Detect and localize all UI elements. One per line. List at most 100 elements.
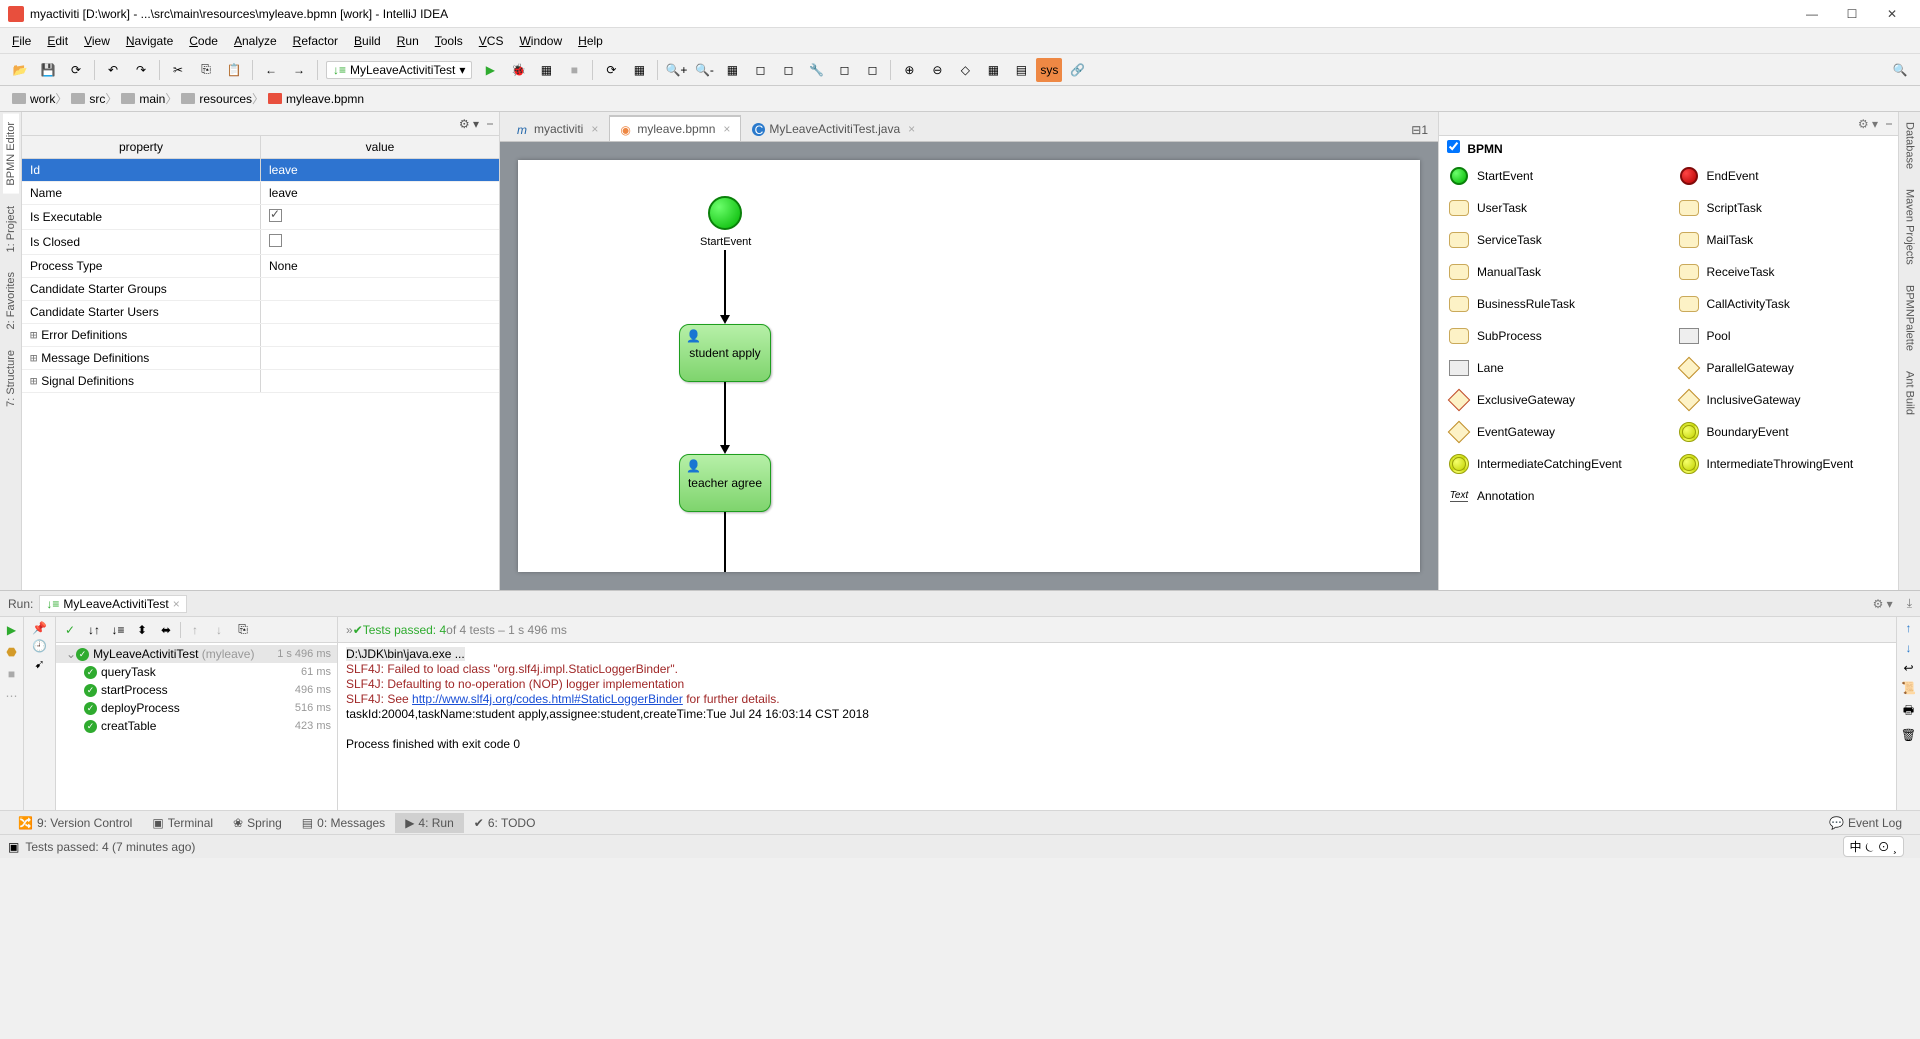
sequence-flow-3[interactable]: [724, 512, 726, 572]
prop-row[interactable]: ⊞Message Definitions: [22, 347, 499, 370]
tab-overflow[interactable]: ⊟1: [1401, 119, 1438, 141]
palette-item-servicetask[interactable]: ServiceTask: [1439, 224, 1669, 256]
left-tab-7--structure[interactable]: 7: Structure: [3, 342, 19, 415]
menu-edit[interactable]: Edit: [39, 31, 76, 51]
redo-icon[interactable]: ↷: [128, 58, 154, 82]
palette-item-callactivitytask[interactable]: CallActivityTask: [1669, 288, 1899, 320]
bottom-tab-4--run[interactable]: ▶4: Run: [395, 813, 464, 833]
down-icon[interactable]: ↓: [209, 620, 229, 640]
prop-row[interactable]: Process TypeNone: [22, 255, 499, 278]
forward-icon[interactable]: →: [286, 58, 312, 82]
up-icon[interactable]: ↑: [185, 620, 205, 640]
struct-icon[interactable]: ▦: [626, 58, 652, 82]
editor-tab[interactable]: mmyactiviti×: [506, 116, 609, 141]
user-task-teacher-agree[interactable]: 👤 teacher agree: [679, 454, 771, 512]
menu-file[interactable]: File: [4, 31, 39, 51]
run-icon[interactable]: ▶: [477, 58, 503, 82]
menu-code[interactable]: Code: [181, 31, 226, 51]
right-tab-bpmnpalette[interactable]: BPMNPalette: [1902, 277, 1918, 359]
prop-row[interactable]: Candidate Starter Users: [22, 301, 499, 324]
up-arrow-icon[interactable]: ↑: [1906, 621, 1912, 635]
menu-view[interactable]: View: [76, 31, 118, 51]
sort2-icon[interactable]: ↓≡: [108, 620, 128, 640]
editor-tab[interactable]: CMyLeaveActivitiTest.java×: [741, 116, 926, 141]
scroll-icon[interactable]: 📜: [1901, 681, 1916, 695]
palette-item-parallelgateway[interactable]: ParallelGateway: [1669, 352, 1899, 384]
t3-icon[interactable]: ▦: [719, 58, 745, 82]
zoom-in-icon[interactable]: 🔍+: [663, 58, 689, 82]
palette-item-manualtask[interactable]: ManualTask: [1439, 256, 1669, 288]
menu-analyze[interactable]: Analyze: [226, 31, 285, 51]
run-config-tab[interactable]: ↓≡ MyLeaveActivitiTest ×: [39, 595, 186, 613]
right-tab-ant-build[interactable]: Ant Build: [1902, 363, 1918, 423]
paste-icon[interactable]: 📋: [221, 58, 247, 82]
bottom-tab-0--messages[interactable]: ▤0: Messages: [292, 813, 395, 833]
menu-vcs[interactable]: VCS: [471, 31, 512, 51]
hide-icon[interactable]: ⎯: [1886, 116, 1892, 131]
t12-icon[interactable]: ▦: [980, 58, 1006, 82]
palette-item-pool[interactable]: Pool: [1669, 320, 1899, 352]
prop-row[interactable]: Candidate Starter Groups: [22, 278, 499, 301]
run-config-dropdown[interactable]: ↓≡ MyLeaveActivitiTest ▾: [326, 61, 472, 79]
history-icon[interactable]: 🕘: [32, 639, 47, 653]
t13-icon[interactable]: ▤: [1008, 58, 1034, 82]
bottom-tab-terminal[interactable]: ▣Terminal: [142, 813, 223, 833]
pin-icon[interactable]: 📌: [32, 621, 47, 635]
menu-refactor[interactable]: Refactor: [285, 31, 346, 51]
t5-icon[interactable]: ◻: [775, 58, 801, 82]
sequence-flow-1[interactable]: [724, 250, 726, 318]
gear-icon[interactable]: ⚙ ▾: [459, 117, 479, 131]
t4-icon[interactable]: ◻: [747, 58, 773, 82]
palette-item-receivetask[interactable]: ReceiveTask: [1669, 256, 1899, 288]
sequence-flow-2[interactable]: [724, 382, 726, 448]
editor-tab[interactable]: ◉myleave.bpmn×: [609, 115, 741, 141]
palette-item-boundaryevent[interactable]: BoundaryEvent: [1669, 416, 1899, 448]
breadcrumb-item[interactable]: work: [6, 90, 65, 108]
print-icon[interactable]: 🖶: [1903, 701, 1914, 722]
trash-icon[interactable]: 🗑: [1901, 728, 1916, 742]
coverage-icon[interactable]: ▦: [533, 58, 559, 82]
menu-window[interactable]: Window: [511, 31, 570, 51]
zoom-out-icon[interactable]: 🔍-: [691, 58, 717, 82]
t11-icon[interactable]: ◇: [952, 58, 978, 82]
wrap-icon[interactable]: ↩: [1903, 661, 1913, 675]
aut-icon[interactable]: ⟳: [598, 58, 624, 82]
save-icon[interactable]: 💾: [35, 58, 61, 82]
palette-item-scripttask[interactable]: ScriptTask: [1669, 192, 1899, 224]
console-output[interactable]: D:\JDK\bin\java.exe ... SLF4J: Failed to…: [338, 643, 1896, 810]
expand-icon[interactable]: ⬍: [132, 620, 152, 640]
menu-run[interactable]: Run: [389, 31, 427, 51]
test-node[interactable]: ✓deployProcess516 ms: [56, 699, 337, 717]
t8-icon[interactable]: ◻: [859, 58, 885, 82]
minimize-button[interactable]: —: [1792, 2, 1832, 26]
palette-item-businessruletask[interactable]: BusinessRuleTask: [1439, 288, 1669, 320]
event-log-button[interactable]: 💬Event Log: [1819, 813, 1912, 833]
sort1-icon[interactable]: ↓↑: [84, 620, 104, 640]
palette-item-exclusivegateway[interactable]: ExclusiveGateway: [1439, 384, 1669, 416]
t14-icon[interactable]: sys: [1036, 58, 1062, 82]
ime-indicator[interactable]: 中 ⏾ ⊙ ¸: [1843, 836, 1905, 857]
palette-item-startevent[interactable]: StartEvent: [1439, 160, 1669, 192]
t6-icon[interactable]: 🔧: [803, 58, 829, 82]
palette-item-endevent[interactable]: EndEvent: [1669, 160, 1899, 192]
test-node[interactable]: ✓creatTable423 ms: [56, 717, 337, 735]
bottom-tab-spring[interactable]: ❀Spring: [223, 813, 292, 833]
right-tab-database[interactable]: Database: [1902, 114, 1918, 177]
gear-icon[interactable]: ⚙ ▾: [1873, 597, 1893, 611]
user-task-student-apply[interactable]: 👤 student apply: [679, 324, 771, 382]
palette-item-intermediatecatchingevent[interactable]: IntermediateCatchingEvent: [1439, 448, 1669, 480]
maximize-button[interactable]: ☐: [1832, 2, 1872, 26]
t9-icon[interactable]: ⊕: [896, 58, 922, 82]
hide-icon[interactable]: ⎯: [487, 116, 493, 131]
left-tab-bpmn-editor[interactable]: BPMN Editor: [3, 114, 19, 194]
bottom-tab-9--version-control[interactable]: 🔀9: Version Control: [8, 813, 142, 833]
start-event-node[interactable]: [708, 196, 742, 230]
down-arrow-icon[interactable]: ↓: [1906, 641, 1912, 655]
palette-item-usertask[interactable]: UserTask: [1439, 192, 1669, 224]
left-tab-1--project[interactable]: 1: Project: [3, 198, 19, 260]
prop-row[interactable]: ⊞Error Definitions: [22, 324, 499, 347]
stop-icon[interactable]: ■: [561, 58, 587, 82]
palette-item-lane[interactable]: Lane: [1439, 352, 1669, 384]
menu-navigate[interactable]: Navigate: [118, 31, 181, 51]
palette-item-mailtask[interactable]: MailTask: [1669, 224, 1899, 256]
